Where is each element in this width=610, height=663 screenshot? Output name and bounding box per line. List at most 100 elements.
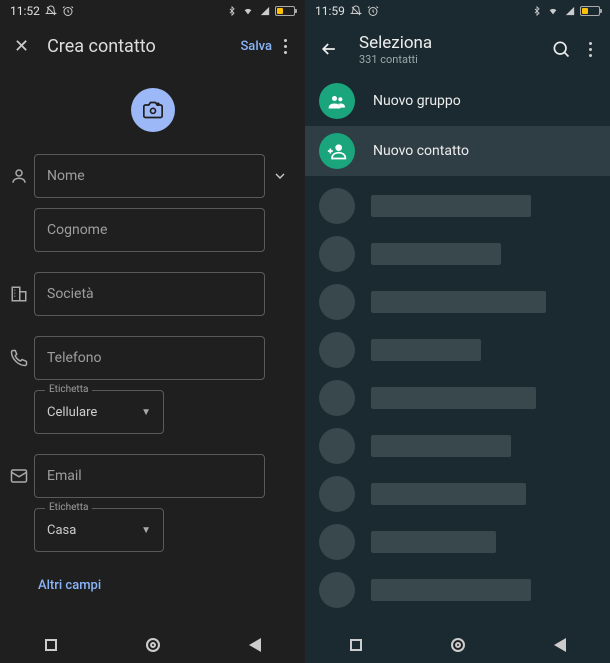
phone-row: Etichetta Cellulare ▼ <box>0 336 305 444</box>
phone-type-dropdown[interactable]: Etichetta Cellulare ▼ <box>34 390 164 434</box>
contact-name-placeholder <box>371 195 531 217</box>
email-type-label: Etichetta <box>45 502 92 513</box>
page-title: Crea contatto <box>47 36 240 57</box>
dropdown-arrow-icon: ▼ <box>141 525 151 536</box>
status-time: 11:52 <box>10 4 40 18</box>
new-group-label: Nuovo gruppo <box>373 93 461 109</box>
list-item[interactable] <box>305 326 610 374</box>
email-icon <box>10 467 28 485</box>
create-contact-screen: 11:52 ✕ Crea contatto Salva <box>0 0 305 663</box>
email-type-value: Casa <box>47 523 76 538</box>
new-contact-label: Nuovo contatto <box>373 143 469 159</box>
list-item[interactable] <box>305 518 610 566</box>
list-item[interactable] <box>305 278 610 326</box>
first-name-field[interactable] <box>34 154 265 198</box>
back-arrow-icon[interactable] <box>319 39 339 59</box>
list-item[interactable] <box>305 182 610 230</box>
list-item[interactable] <box>305 422 610 470</box>
avatar <box>319 428 355 464</box>
status-bar: 11:52 <box>0 0 305 22</box>
email-row: Etichetta Casa ▼ <box>0 454 305 562</box>
contact-name-placeholder <box>371 243 501 265</box>
avatar <box>319 476 355 512</box>
surname-field[interactable] <box>34 208 265 252</box>
more-menu-icon[interactable] <box>280 35 291 58</box>
phone-icon <box>10 349 28 367</box>
list-item[interactable] <box>305 374 610 422</box>
nav-recent-icon[interactable] <box>350 639 362 651</box>
contact-name-placeholder <box>371 531 496 553</box>
avatar <box>319 380 355 416</box>
wifi-icon <box>241 6 255 16</box>
avatar <box>319 188 355 224</box>
alarm-icon <box>367 5 379 17</box>
first-name-input[interactable] <box>47 168 252 184</box>
signal-icon <box>564 6 576 16</box>
more-menu-icon[interactable] <box>585 38 596 61</box>
company-row <box>0 272 305 326</box>
dropdown-arrow-icon: ▼ <box>141 407 151 418</box>
email-type-dropdown[interactable]: Etichetta Casa ▼ <box>34 508 164 552</box>
page-subtitle: 331 contatti <box>359 53 551 66</box>
bluetooth-icon <box>532 5 542 17</box>
avatar <box>319 284 355 320</box>
contact-name-placeholder <box>371 435 511 457</box>
company-input[interactable] <box>47 286 252 302</box>
nav-home-icon[interactable] <box>146 638 160 652</box>
company-field[interactable] <box>34 272 265 316</box>
building-icon <box>10 285 28 303</box>
status-time: 11:59 <box>315 4 345 18</box>
avatar <box>319 524 355 560</box>
nav-back-icon[interactable] <box>249 638 261 652</box>
bell-off-icon <box>45 5 57 17</box>
more-fields-button[interactable]: Altri campi <box>0 572 305 599</box>
contact-name-placeholder <box>371 579 531 601</box>
status-bar: 11:59 <box>305 0 610 22</box>
bell-off-icon <box>350 5 362 17</box>
chevron-down-icon[interactable] <box>272 168 288 184</box>
list-item[interactable] <box>305 230 610 278</box>
add-photo-button[interactable] <box>131 88 175 132</box>
nav-recent-icon[interactable] <box>45 639 57 651</box>
surname-input[interactable] <box>47 222 252 238</box>
battery-icon <box>580 6 600 16</box>
nav-back-icon[interactable] <box>554 638 566 652</box>
avatar <box>319 572 355 608</box>
nav-home-icon[interactable] <box>451 638 465 652</box>
new-group-button[interactable]: Nuovo gruppo <box>305 76 610 126</box>
list-item[interactable] <box>305 470 610 518</box>
signal-icon <box>259 6 271 16</box>
save-button[interactable]: Salva <box>240 39 272 54</box>
avatar-section <box>0 70 305 154</box>
battery-icon <box>275 6 295 16</box>
name-row <box>0 154 305 262</box>
add-person-icon <box>319 133 355 169</box>
nav-bar <box>0 627 305 663</box>
nav-bar <box>305 627 610 663</box>
phone-type-value: Cellulare <box>47 405 97 420</box>
camera-plus-icon <box>143 100 163 120</box>
page-title: Seleziona <box>359 33 551 53</box>
contact-name-placeholder <box>371 291 546 313</box>
alarm-icon <box>62 5 74 17</box>
app-header: Seleziona 331 contatti <box>305 22 610 76</box>
avatar <box>319 236 355 272</box>
contact-list[interactable] <box>305 176 610 627</box>
list-item[interactable] <box>305 566 610 614</box>
contact-name-placeholder <box>371 339 481 361</box>
person-icon <box>10 167 28 185</box>
group-icon <box>319 83 355 119</box>
contact-name-placeholder <box>371 483 526 505</box>
search-icon[interactable] <box>551 39 571 59</box>
email-field[interactable] <box>34 454 265 498</box>
email-input[interactable] <box>47 468 252 484</box>
contact-name-placeholder <box>371 387 536 409</box>
phone-input[interactable] <box>47 350 252 366</box>
app-header: ✕ Crea contatto Salva <box>0 22 305 70</box>
new-contact-button[interactable]: Nuovo contatto <box>305 126 610 176</box>
avatar <box>319 332 355 368</box>
bluetooth-icon <box>227 5 237 17</box>
phone-type-label: Etichetta <box>45 384 92 395</box>
phone-field[interactable] <box>34 336 265 380</box>
close-icon[interactable]: ✕ <box>14 36 29 57</box>
